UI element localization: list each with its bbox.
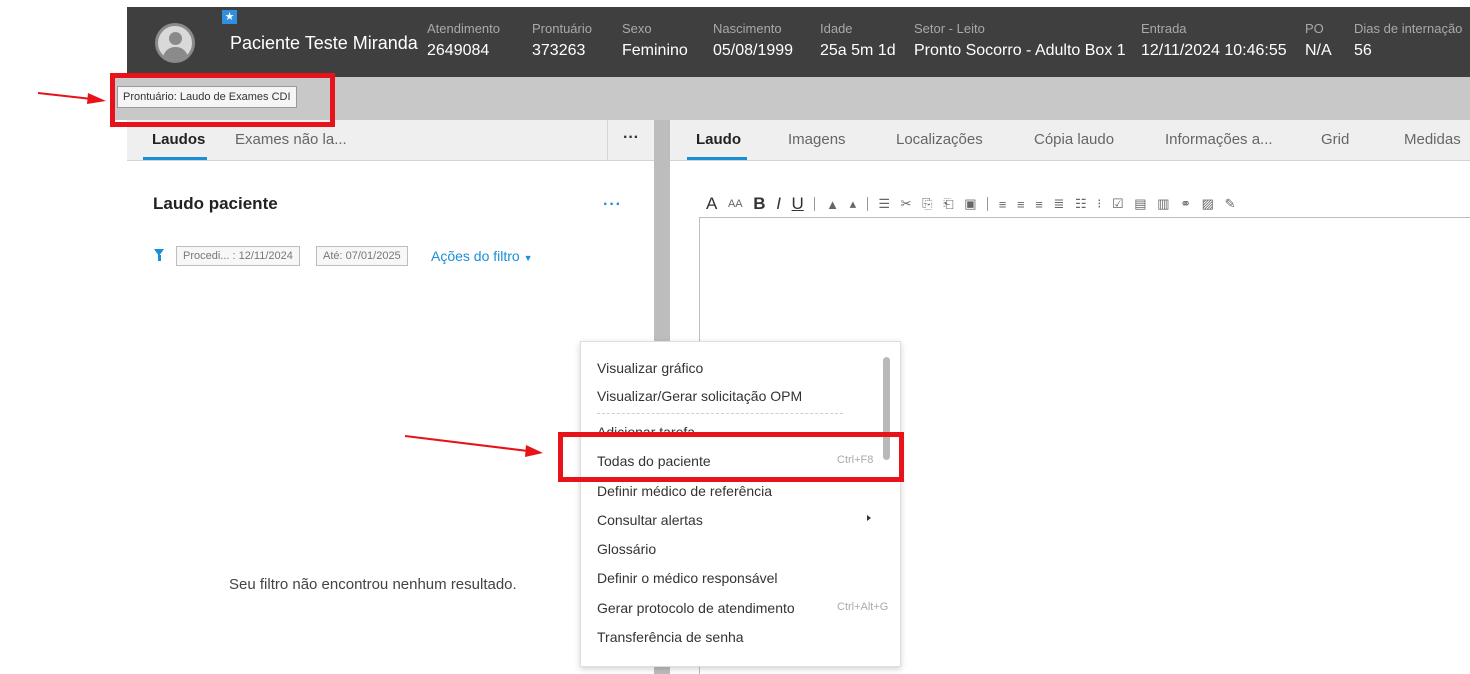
annotation-arrow-head [525, 445, 543, 457]
annotation-arrow-line [404, 435, 529, 452]
annotation-arrow-head [87, 93, 106, 104]
annotation-arrow-line [37, 92, 93, 100]
annotation-arrows [37, 92, 543, 457]
